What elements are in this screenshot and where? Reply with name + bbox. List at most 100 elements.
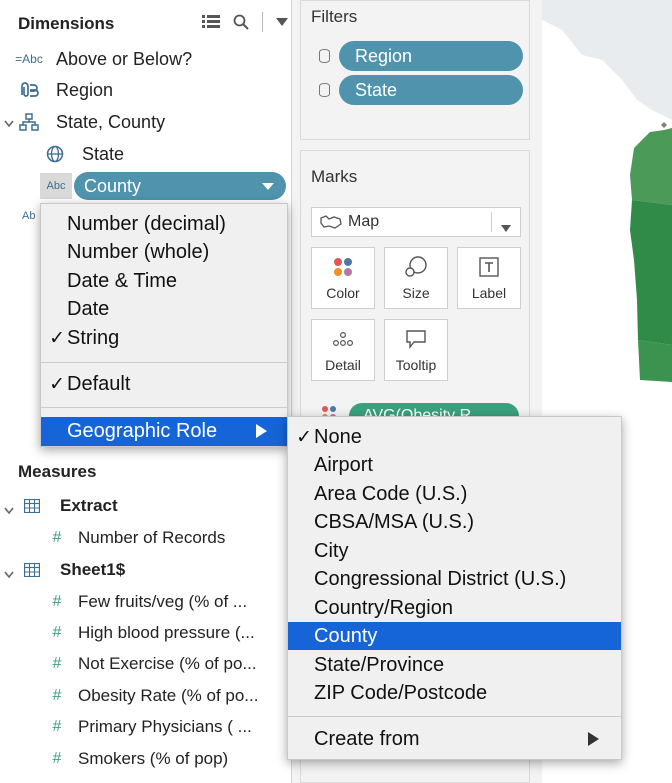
- menu-item-date-time[interactable]: Date & Time: [41, 267, 287, 295]
- label-label: Label: [471, 285, 507, 301]
- submenu-item-none[interactable]: ✓ None: [288, 423, 621, 451]
- measure-label: Number of Records: [78, 528, 226, 547]
- tooltip-button[interactable]: Tooltip: [384, 319, 448, 381]
- chevron-down-icon: [501, 219, 511, 237]
- measure-hash-icon: #: [52, 718, 62, 735]
- submenu-item-country-region[interactable]: Country/Region: [288, 594, 621, 622]
- map-mark-icon: [320, 215, 342, 229]
- database-field-icon: [319, 49, 330, 63]
- menu-item-string[interactable]: ✓ String: [41, 324, 287, 352]
- submenu-item-area-code[interactable]: Area Code (U.S.): [288, 480, 621, 508]
- measure-hash-icon: #: [52, 529, 62, 546]
- measure-smokers[interactable]: # Smokers (% of pop): [44, 745, 229, 773]
- menu-item-label: Geographic Role: [67, 420, 218, 442]
- measure-hash-icon: #: [52, 593, 62, 610]
- chevron-down-icon[interactable]: [4, 115, 14, 131]
- menu-separator: [41, 362, 287, 363]
- measure-group-sheet1[interactable]: Sheet1$: [24, 556, 125, 584]
- toolbar-divider: [262, 12, 263, 32]
- dropdown-divider: [491, 212, 492, 232]
- submenu-item-zip-code[interactable]: ZIP Code/Postcode: [288, 679, 621, 707]
- menu-item-default[interactable]: ✓ Default: [41, 370, 287, 398]
- measure-hash-icon: #: [52, 624, 62, 641]
- submenu-item-cbsa-msa[interactable]: CBSA/MSA (U.S.): [288, 508, 621, 536]
- measure-label: Not Exercise (% of po...: [78, 654, 257, 673]
- filters-title: Filters: [311, 7, 358, 26]
- menu-item-number-decimal[interactable]: Number (decimal): [41, 210, 287, 238]
- dimensions-title: Dimensions: [18, 14, 115, 33]
- database-field-icon: [319, 83, 330, 97]
- string-type-icon[interactable]: Abc: [40, 173, 72, 199]
- check-icon: ✓: [49, 327, 65, 349]
- measure-obesity-rate[interactable]: # Obesity Rate (% of po...: [44, 682, 259, 710]
- filter-pill-region[interactable]: Region: [339, 41, 523, 71]
- menu-item-label: Number (whole): [67, 240, 210, 263]
- measure-group-label: Sheet1$: [60, 560, 126, 579]
- menu-item-geographic-role[interactable]: Geographic Role: [41, 417, 287, 446]
- submenu-item-city[interactable]: City: [288, 537, 621, 565]
- menu-item-label: Country/Region: [314, 596, 453, 619]
- measure-group-extract[interactable]: Extract: [24, 492, 118, 520]
- measure-high-blood-pressure[interactable]: # High blood pressure (...: [44, 619, 255, 647]
- menu-item-date[interactable]: Date: [41, 295, 287, 323]
- chevron-down-icon[interactable]: [4, 502, 14, 518]
- size-button[interactable]: Size: [384, 247, 448, 309]
- measure-not-exercise[interactable]: # Not Exercise (% of po...: [44, 650, 257, 678]
- marks-title: Marks: [311, 167, 358, 186]
- dimension-label: Above or Below?: [56, 48, 193, 69]
- measure-group-label: Extract: [60, 496, 118, 515]
- calculated-string-icon: =Abc: [15, 52, 43, 66]
- submenu-item-airport[interactable]: Airport: [288, 451, 621, 479]
- size-label: Size: [402, 285, 430, 301]
- paperclip-icon: [14, 78, 44, 102]
- color-label: Color: [326, 285, 360, 301]
- color-button[interactable]: Color: [311, 247, 375, 309]
- measure-label: Few fruits/veg (% of ...: [78, 592, 248, 611]
- measure-primary-physicians[interactable]: # Primary Physicians ( ...: [44, 713, 252, 741]
- submenu-item-congressional-district[interactable]: Congressional District (U.S.): [288, 565, 621, 593]
- list-view-icon[interactable]: [200, 13, 222, 31]
- chevron-down-icon[interactable]: [271, 13, 293, 31]
- text-label-icon: [479, 255, 499, 279]
- measure-hash-icon: #: [52, 750, 62, 767]
- search-icon[interactable]: [230, 13, 252, 31]
- label-button[interactable]: Label: [457, 247, 521, 309]
- dimension-state[interactable]: State: [40, 140, 124, 168]
- data-type-menu: Number (decimal) Number (whole) Date & T…: [40, 203, 288, 447]
- submenu-item-state-province[interactable]: State/Province: [288, 651, 621, 679]
- measure-hash-icon: #: [52, 655, 62, 672]
- measure-label: Obesity Rate (% of po...: [78, 686, 259, 705]
- measure-few-fruits[interactable]: # Few fruits/veg (% of ...: [44, 588, 248, 616]
- filter-pill-state[interactable]: State: [339, 75, 523, 105]
- detail-button[interactable]: Detail: [311, 319, 375, 381]
- menu-item-label: Congressional District (U.S.): [314, 567, 567, 590]
- county-field-pill[interactable]: County: [74, 172, 286, 200]
- dimension-state-county-hierarchy[interactable]: State, County: [14, 108, 165, 136]
- chevron-down-icon[interactable]: [4, 566, 14, 582]
- size-icon: [404, 255, 428, 279]
- table-icon: [24, 499, 44, 513]
- measures-title: Measures: [18, 462, 97, 481]
- menu-item-label: Number (decimal): [67, 212, 226, 235]
- measure-number-of-records[interactable]: # Number of Records: [44, 524, 226, 552]
- submenu-item-county[interactable]: County: [288, 622, 621, 650]
- mark-type-label: Map: [348, 213, 380, 230]
- menu-item-number-whole[interactable]: Number (whole): [41, 238, 287, 266]
- menu-item-label: Create from: [314, 727, 420, 750]
- dimension-above-or-below[interactable]: =Abc Above or Below?: [14, 45, 192, 73]
- menu-item-label: Date & Time: [67, 269, 178, 292]
- color-palette-icon: [332, 255, 354, 279]
- mark-type-dropdown[interactable]: Map: [311, 207, 521, 237]
- measure-label: High blood pressure (...: [78, 623, 255, 642]
- geographic-role-submenu: ✓ None Airport Area Code (U.S.) CBSA/MSA…: [287, 416, 622, 760]
- submenu-item-create-from[interactable]: Create from: [288, 725, 621, 753]
- submenu-arrow-icon: [588, 732, 599, 746]
- submenu-arrow-icon: [256, 424, 267, 438]
- dropdown-arrow-icon[interactable]: [262, 183, 274, 190]
- menu-item-label: County: [314, 624, 378, 647]
- filters-card: Filters Region State: [300, 0, 530, 140]
- dimension-region[interactable]: Region: [14, 76, 113, 104]
- detail-label: Detail: [325, 357, 361, 373]
- menu-item-label: City: [314, 539, 349, 562]
- menu-item-label: Date: [67, 297, 110, 320]
